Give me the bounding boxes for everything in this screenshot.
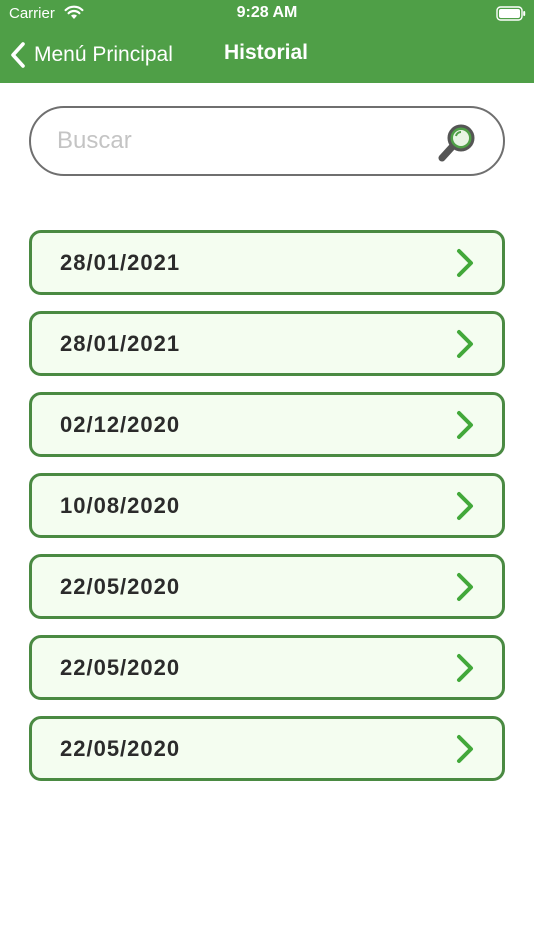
history-item-date: 02/12/2020 <box>60 412 181 437</box>
history-item-date: 22/05/2020 <box>60 574 181 599</box>
chevron-left-icon <box>11 42 25 68</box>
history-item[interactable]: 02/12/2020 <box>29 392 505 457</box>
history-item[interactable]: 10/08/2020 <box>29 473 505 538</box>
history-list: 28/01/2021 28/01/2021 02/12/2020 10/08/2… <box>29 230 505 797</box>
history-item[interactable]: 22/05/2020 <box>29 554 505 619</box>
status-time: 9:28 AM <box>236 4 298 21</box>
chevron-right-icon <box>457 492 473 520</box>
status-bar: Carrier 9:28 AM <box>0 0 534 28</box>
search-input[interactable] <box>57 122 417 160</box>
navigation-bar: Menú Principal Historial <box>0 28 534 83</box>
chevron-right-icon <box>457 573 473 601</box>
history-item-date: 28/01/2021 <box>60 331 181 356</box>
history-item[interactable]: 28/01/2021 <box>29 311 505 376</box>
history-item-date: 28/01/2021 <box>60 250 181 275</box>
history-item-date: 10/08/2020 <box>60 493 181 518</box>
back-button-label: Menú Principal <box>34 43 173 66</box>
chevron-right-icon <box>457 411 473 439</box>
chevron-right-icon <box>457 735 473 763</box>
history-item-date: 22/05/2020 <box>60 655 181 680</box>
history-item[interactable]: 22/05/2020 <box>29 635 505 700</box>
magnifier-icon[interactable] <box>433 120 479 166</box>
battery-icon <box>496 6 526 21</box>
history-item[interactable]: 28/01/2021 <box>29 230 505 295</box>
page-title: Historial <box>224 41 309 64</box>
top-bar: Carrier 9:28 AM Menú Principal Historial <box>0 0 534 83</box>
back-button[interactable]: Menú Principal <box>8 38 173 72</box>
chevron-right-icon <box>457 249 473 277</box>
history-item-date: 22/05/2020 <box>60 736 181 761</box>
history-item[interactable]: 22/05/2020 <box>29 716 505 781</box>
chevron-right-icon <box>457 330 473 358</box>
search-field[interactable] <box>29 106 505 176</box>
chevron-right-icon <box>457 654 473 682</box>
